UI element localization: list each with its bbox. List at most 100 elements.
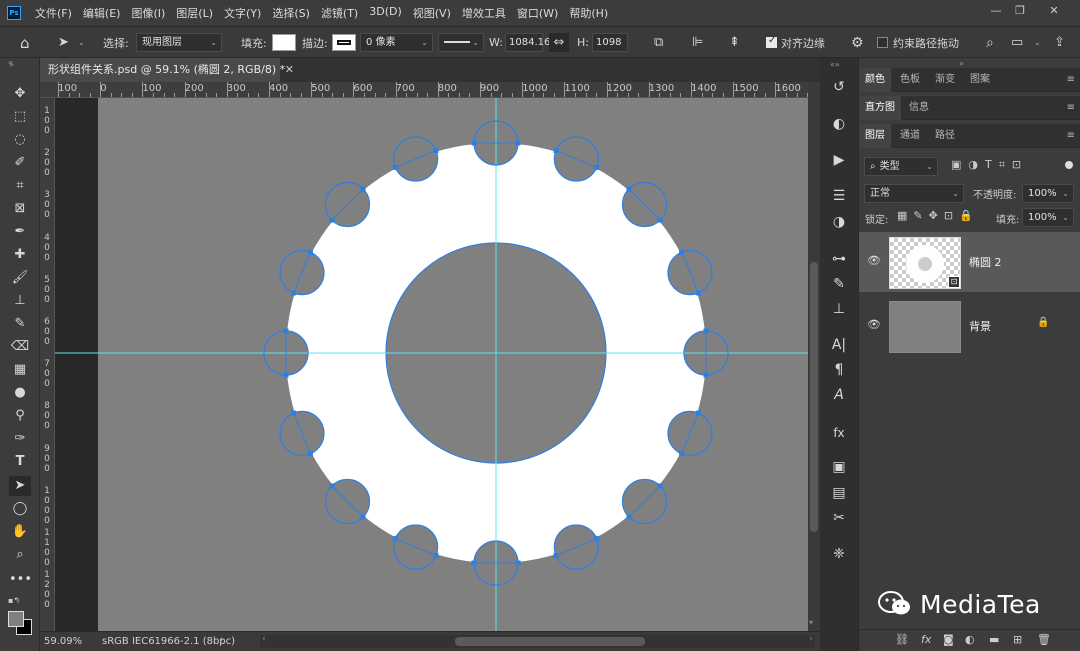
clone-stamp-tool-icon[interactable]: ⊥: [9, 291, 31, 311]
tab-patterns[interactable]: 图案: [964, 68, 996, 92]
anchor-point[interactable]: [291, 290, 297, 296]
tab-layers[interactable]: 图层: [859, 124, 891, 148]
anchor-point[interactable]: [471, 560, 477, 566]
close-tab-icon[interactable]: ✕: [285, 58, 294, 82]
scroll-down-icon[interactable]: ▾: [809, 618, 813, 627]
scroll-left-icon[interactable]: ‹: [262, 634, 266, 644]
anchor-point[interactable]: [695, 290, 701, 296]
lock-icons[interactable]: ▦✎✥⊡🔒: [897, 209, 979, 222]
vertical-scrollbar[interactable]: ▾: [808, 82, 820, 631]
eye-icon[interactable]: 👁: [867, 318, 881, 331]
anchor-point[interactable]: [703, 328, 709, 334]
brush-settings-icon[interactable]: ⊶: [827, 248, 851, 270]
menu-item[interactable]: 图层(L): [176, 5, 213, 21]
notes-panel-icon[interactable]: ▤: [827, 482, 851, 504]
width-field[interactable]: 1084.16: [505, 33, 550, 52]
document-tab[interactable]: 形状组件关系.psd @ 59.1% (椭圆 2, RGB/8) * ✕: [40, 58, 294, 82]
anchor-point[interactable]: [679, 249, 685, 255]
frame-tool-icon[interactable]: ⊠: [9, 199, 31, 219]
anchor-point[interactable]: [515, 140, 521, 146]
zoom-level[interactable]: 59.09%: [44, 632, 82, 651]
path-alignment-icon[interactable]: ⊫: [692, 27, 703, 58]
anchor-point[interactable]: [329, 483, 335, 489]
tab-color[interactable]: 颜色: [859, 68, 891, 92]
link-layers-icon[interactable]: ⛓: [895, 633, 909, 646]
fx-panel-icon[interactable]: fx: [827, 422, 851, 444]
add-mask-icon[interactable]: ◙: [943, 633, 954, 646]
tool-preset-dropdown[interactable]: ⌄: [78, 27, 85, 58]
horizontal-scroll-thumb[interactable]: [455, 637, 645, 646]
paragraph-panel-icon[interactable]: ¶: [827, 359, 851, 381]
canvas-area[interactable]: [55, 98, 808, 631]
panel-menu-icon[interactable]: ≡: [1067, 74, 1075, 86]
tab-swatches[interactable]: 色板: [894, 68, 926, 92]
search-icon[interactable]: ⌕: [986, 27, 994, 58]
more-tools-icon[interactable]: •••: [9, 570, 32, 590]
path-selection-tool-icon[interactable]: ➤: [9, 476, 31, 496]
link-icon[interactable]: ⇔: [549, 33, 569, 52]
panel-menu-icon[interactable]: ≡: [1067, 102, 1075, 114]
menu-item[interactable]: 滤镜(T): [321, 5, 358, 21]
quick-selection-tool-icon[interactable]: ✐: [9, 153, 31, 173]
menu-item[interactable]: 帮助(H): [569, 5, 608, 21]
fill-swatch[interactable]: [272, 34, 296, 51]
anchor-point[interactable]: [329, 217, 335, 223]
eye-icon[interactable]: 👁: [867, 254, 881, 267]
new-layer-icon[interactable]: ⊞: [1013, 633, 1022, 646]
layer-filter-icons[interactable]: ▣◑T⌗⊡: [951, 158, 1028, 172]
filter-toggle[interactable]: [1065, 161, 1073, 169]
anchor-point[interactable]: [515, 560, 521, 566]
menu-item[interactable]: 文件(F): [35, 5, 72, 21]
constrain-path-checkbox[interactable]: [877, 37, 888, 48]
layer-row-background[interactable]: 👁 背景 🔒: [859, 296, 1080, 356]
actions-panel-icon[interactable]: ▶: [827, 149, 851, 171]
foreground-color-swatch[interactable]: [8, 611, 24, 627]
close-button[interactable]: ✕: [1046, 3, 1062, 19]
history-panel-icon[interactable]: ↺: [827, 76, 851, 98]
anchor-point[interactable]: [553, 552, 559, 558]
tab-info[interactable]: 信息: [903, 96, 935, 120]
move-tool-icon[interactable]: ✥: [9, 84, 31, 104]
menu-item[interactable]: 选择(S): [272, 5, 310, 21]
glyphs-panel-icon[interactable]: A: [827, 384, 851, 406]
adjustments-panel-icon[interactable]: ☰: [827, 185, 851, 207]
character-panel-icon[interactable]: A|: [827, 334, 851, 356]
anchor-point[interactable]: [471, 140, 477, 146]
type-tool-icon[interactable]: T: [9, 452, 31, 472]
adjustment-layer-icon[interactable]: ◐: [965, 633, 975, 646]
blend-mode-dropdown[interactable]: 正常 ⌄: [864, 184, 964, 203]
menu-item[interactable]: 编辑(E): [83, 5, 121, 21]
tools-panel-icon[interactable]: ✂: [827, 507, 851, 529]
workspace-icon[interactable]: ▭: [1011, 27, 1023, 58]
anchor-point[interactable]: [307, 249, 313, 255]
marquee-tool-icon[interactable]: ⬚: [9, 107, 31, 127]
3d-panel-icon[interactable]: ❈: [827, 543, 851, 565]
eyedropper-tool-icon[interactable]: ✒: [9, 222, 31, 242]
brush-tool-icon[interactable]: 🖌: [9, 268, 31, 288]
select-dropdown[interactable]: 现用图层 ⌄: [136, 33, 222, 52]
anchor-point[interactable]: [291, 410, 297, 416]
path-selection-tool-icon[interactable]: ➤: [58, 27, 69, 58]
anchor-point[interactable]: [392, 536, 398, 542]
scroll-right-icon[interactable]: ›: [809, 634, 813, 644]
path-operations-icon[interactable]: ⧉: [654, 27, 663, 58]
height-field[interactable]: 1098 像: [592, 33, 628, 52]
tab-paths[interactable]: 路径: [929, 124, 961, 148]
anchor-point[interactable]: [433, 552, 439, 558]
layer-row-ellipse[interactable]: 👁 ⊡ 椭圆 2: [859, 232, 1080, 292]
panel-menu-icon[interactable]: ≡: [1067, 130, 1075, 142]
vertical-scroll-thumb[interactable]: [810, 262, 818, 532]
anchor-point[interactable]: [703, 372, 709, 378]
anchor-point[interactable]: [307, 451, 313, 457]
styles-panel-icon[interactable]: ◑: [827, 211, 851, 233]
anchor-point[interactable]: [360, 514, 366, 520]
menu-item[interactable]: 文字(Y): [224, 5, 261, 21]
anchor-point[interactable]: [392, 164, 398, 170]
horizontal-scrollbar[interactable]: ‹ ›: [260, 634, 815, 648]
home-icon[interactable]: ⌂: [20, 27, 30, 58]
anchor-point[interactable]: [594, 536, 600, 542]
brushes-panel-icon[interactable]: ✎: [827, 273, 851, 295]
tab-gradients[interactable]: 渐变: [929, 68, 961, 92]
zoom-tool-icon[interactable]: ⌕: [9, 545, 31, 565]
default-colors-icon[interactable]: ▪↰: [8, 596, 20, 605]
